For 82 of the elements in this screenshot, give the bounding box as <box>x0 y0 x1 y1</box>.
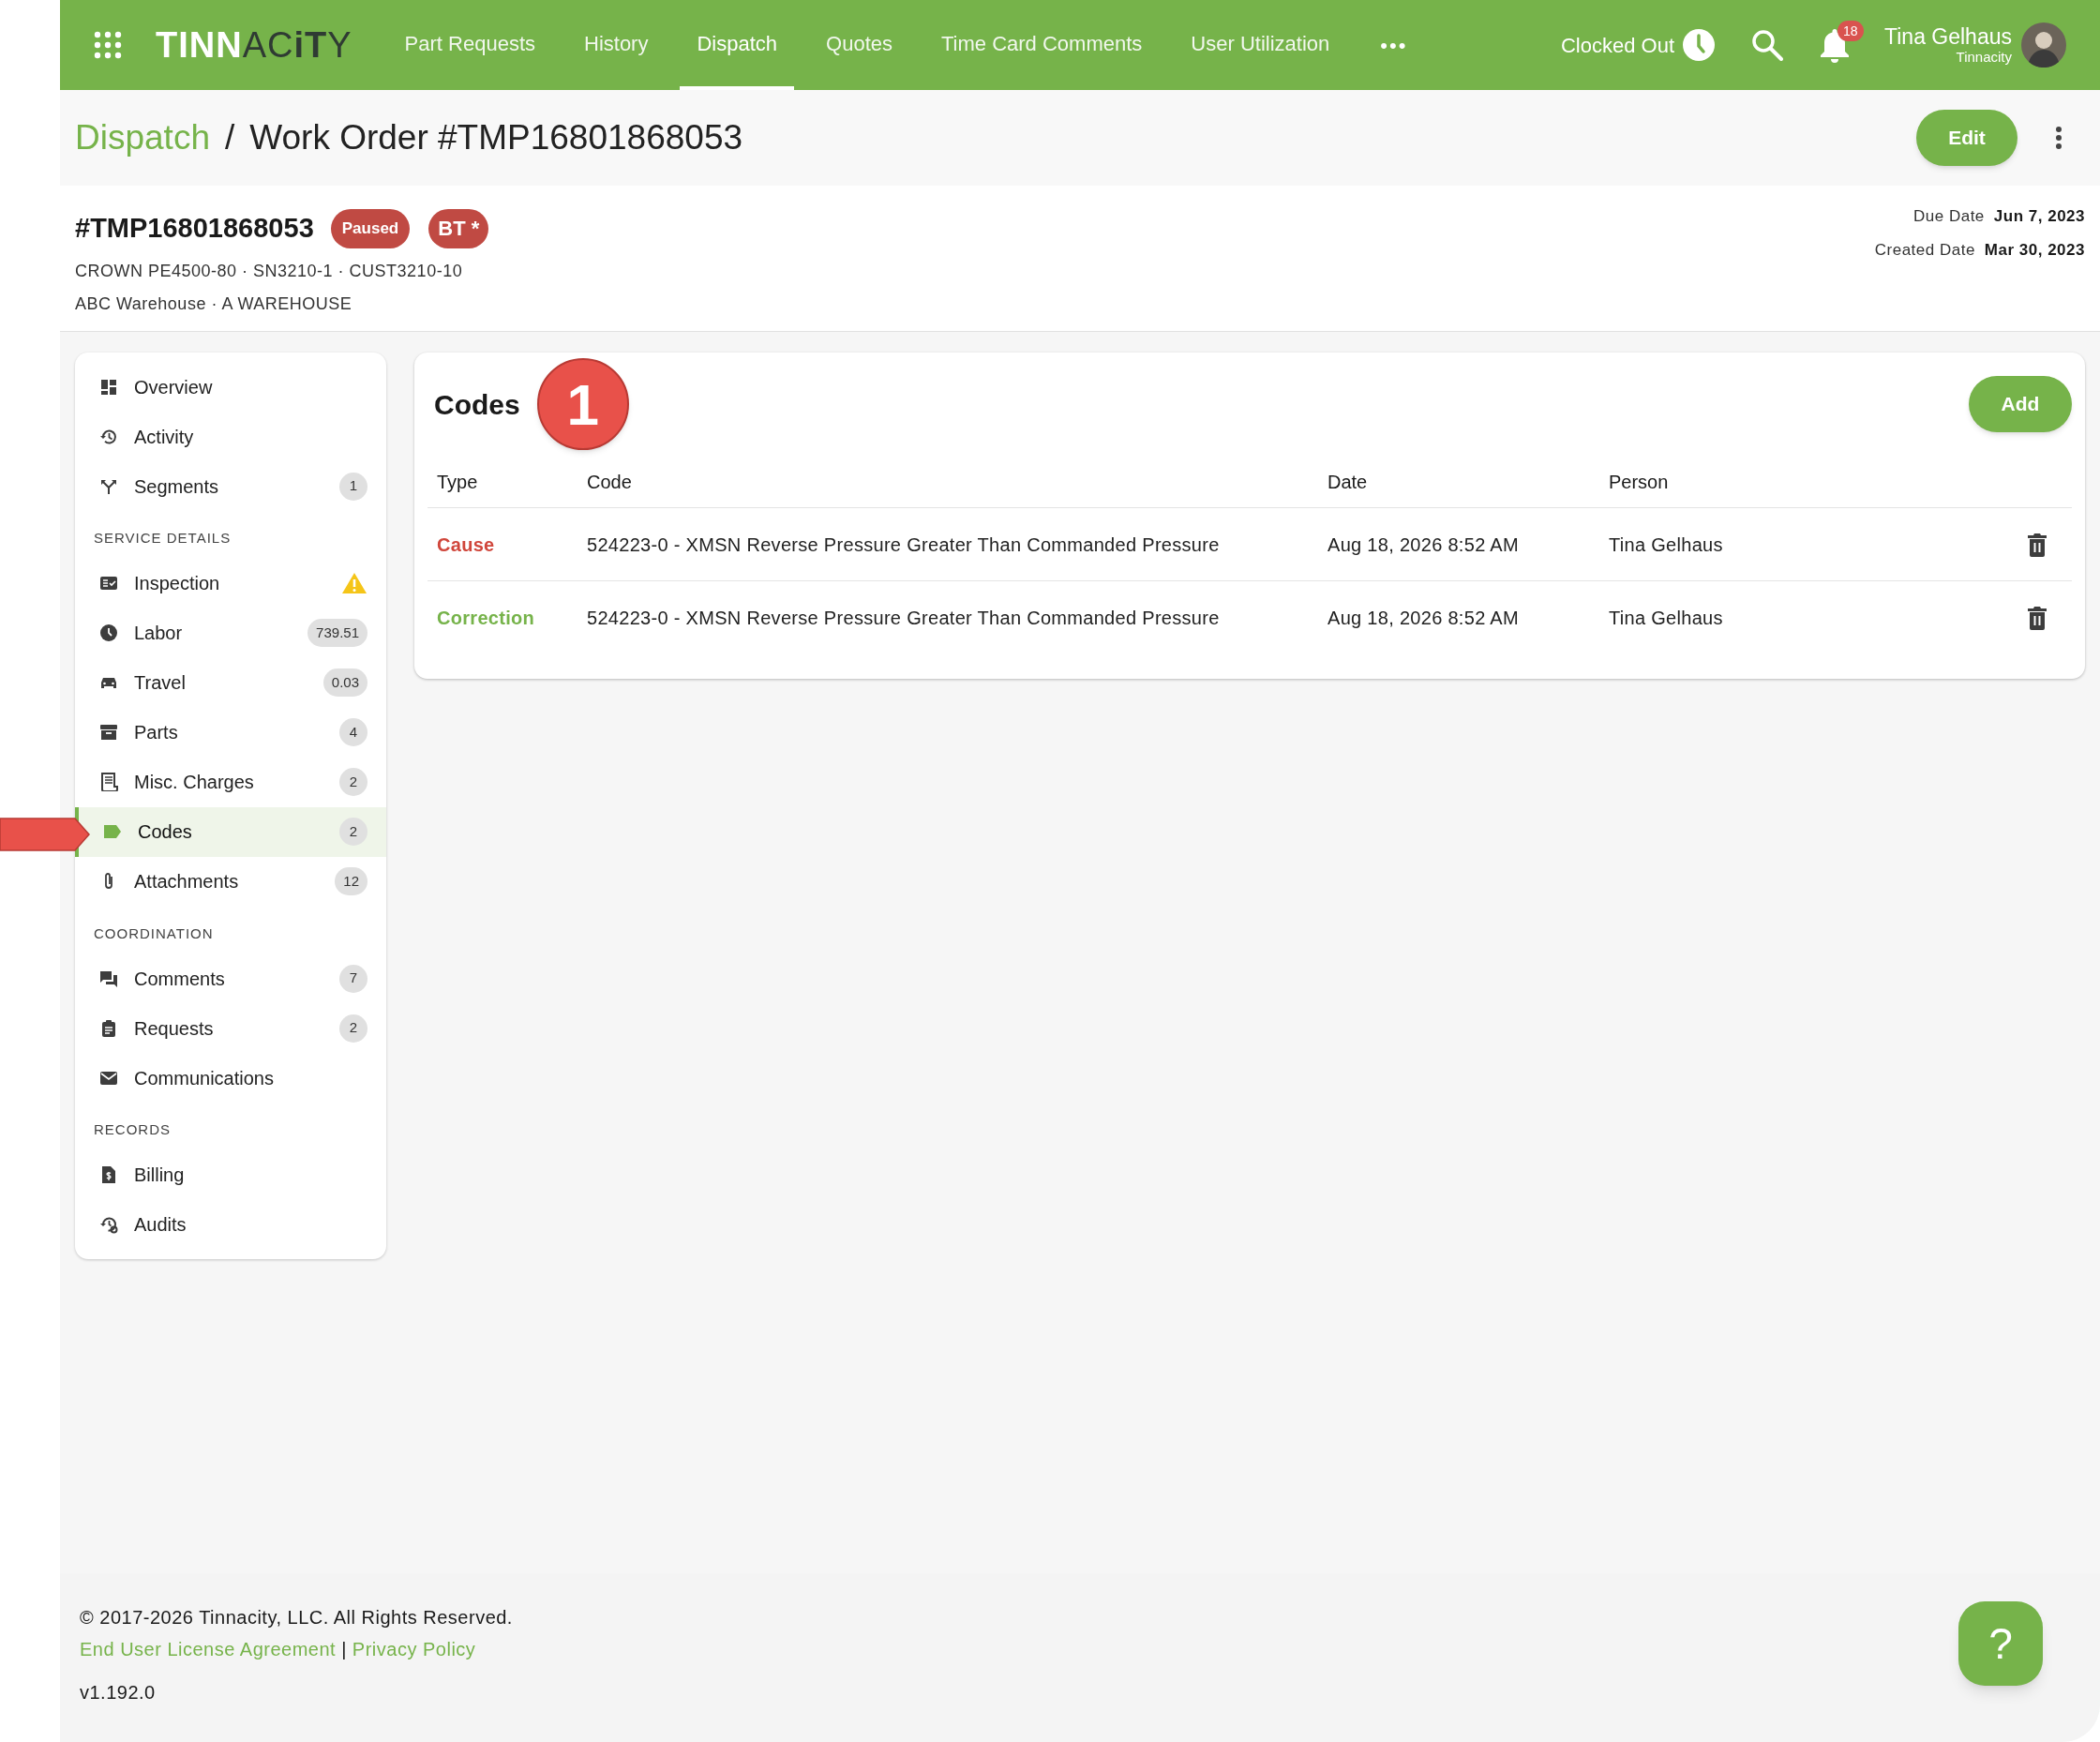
sidebar-item[interactable]: Overview <box>75 362 386 412</box>
count-badge: 4 <box>339 718 368 746</box>
dashboard-icon <box>99 377 118 397</box>
table-cell-text: Aug 18, 2026 8:52 AM <box>1328 607 1520 630</box>
date-value: Mar 30, 2023 <box>1984 239 2085 261</box>
sidebar-item[interactable]: Comments 7 <box>75 954 386 1003</box>
trash-icon[interactable] <box>2027 606 2048 630</box>
history-gear-icon <box>99 1215 118 1234</box>
code-type: Cause <box>437 533 496 557</box>
logo[interactable]: TINNACiTY <box>156 27 352 63</box>
user-organization: Tinnacity <box>1956 49 2012 66</box>
count-badge: 0.03 <box>322 668 368 697</box>
edit-button[interactable]: Edit <box>1916 110 2018 166</box>
history-icon <box>99 427 118 446</box>
section-heading: COORDINATION <box>93 924 215 943</box>
sidebar-item[interactable]: Communications <box>75 1053 386 1103</box>
tag-icon <box>103 822 122 841</box>
avatar[interactable] <box>2021 23 2066 68</box>
count-badge: 2 <box>339 1014 368 1043</box>
warning-icon <box>341 572 368 594</box>
count-badge: 12 <box>335 867 368 895</box>
version-text: v1.192.0 <box>80 1681 157 1704</box>
count-badge: 739.51 <box>308 619 368 647</box>
card-title: Codes <box>434 387 520 422</box>
sidebar-item[interactable]: Misc. Charges 2 <box>75 757 386 807</box>
sidebar-item[interactable]: Labor 739.51 <box>75 608 386 658</box>
table-cell-text: 524223-0 - XMSN Reverse Pressure Greater Than Commanded Pressure <box>587 607 1221 630</box>
more-options-icon[interactable] <box>2055 126 2062 150</box>
clipboard-icon <box>99 1018 118 1038</box>
count-badge: 1 <box>339 472 368 501</box>
date-value: Jun 7, 2023 <box>1993 206 2085 227</box>
chat-icon <box>99 969 118 988</box>
sidebar-item[interactable]: Attachments 12 <box>75 856 386 907</box>
receipt-icon <box>99 773 118 791</box>
invoice-icon <box>99 1165 118 1184</box>
column-header: Code <box>587 470 633 494</box>
table-cell-text: Tina Gelhaus <box>1609 533 1724 557</box>
sidebar-item[interactable]: Inspection <box>75 558 386 608</box>
sidebar-item[interactable]: Parts 4 <box>75 707 386 758</box>
sidebar-item[interactable]: Travel 0.03 <box>75 657 386 708</box>
link-separator: | <box>341 1638 347 1661</box>
sidebar-item[interactable]: Segments 1 <box>75 461 386 511</box>
help-button[interactable]: ? <box>1958 1601 2043 1686</box>
more-menu[interactable]: ••• <box>1380 29 1408 61</box>
clock-status[interactable]: Clocked Out <box>1561 29 1675 61</box>
date-label: Due Date <box>1913 206 1985 227</box>
equipment-details: CROWN PE4500-80 · SN3210-1 · CUST3210-10 <box>75 260 464 282</box>
add-button[interactable]: Add <box>1969 376 2072 432</box>
count-badge: 2 <box>339 768 368 796</box>
sidebar-item[interactable]: Audits <box>75 1199 386 1250</box>
breadcrumb-link[interactable]: Dispatch <box>75 112 210 164</box>
count-badge: 7 <box>339 964 368 993</box>
work-order-number: #TMP16801868053 <box>75 212 314 245</box>
table-cell-text: Tina Gelhaus <box>1609 607 1724 630</box>
footer-link[interactable]: Privacy Policy <box>352 1635 476 1663</box>
location-details: ABC Warehouse · A WAREHOUSE <box>75 293 353 315</box>
table-cell-text: 524223-0 - XMSN Reverse Pressure Greater Than Commanded Pressure <box>587 533 1221 557</box>
sidebar-item[interactable]: Codes 2 <box>75 806 386 857</box>
status-badge: BT * <box>428 208 489 248</box>
column-header: Person <box>1609 470 1670 494</box>
column-header: Type <box>437 470 479 494</box>
date-label: Created Date <box>1874 239 1975 261</box>
table-cell-text: Aug 18, 2026 8:52 AM <box>1328 533 1520 557</box>
breadcrumb-separator: / <box>224 117 235 159</box>
section-heading: RECORDS <box>93 1120 172 1139</box>
clock-icon <box>99 623 118 642</box>
archive-box-icon <box>99 723 118 742</box>
sidebar-item[interactable]: Billing <box>75 1149 386 1200</box>
status-badge: Paused <box>330 208 411 248</box>
page-title: Work Order #TMP16801868053 <box>249 117 743 159</box>
sidebar-item[interactable]: Activity <box>75 412 386 461</box>
column-header: Date <box>1328 470 1369 494</box>
step-number-marker: 1 <box>536 358 629 450</box>
copyright-text: © 2017-2026 Tinnacity, LLC. All Rights Reserved. <box>80 1606 513 1629</box>
notification-count: 18 <box>1838 21 1864 41</box>
count-badge: 2 <box>339 818 368 846</box>
user-name[interactable]: Tina Gelhaus <box>1884 24 2012 49</box>
trash-icon[interactable] <box>2027 532 2048 557</box>
section-heading: SERVICE DETAILS <box>93 529 232 548</box>
code-type: Correction <box>437 607 536 630</box>
sidebar-item[interactable]: Requests 2 <box>75 1003 386 1053</box>
checklist-icon <box>99 574 118 593</box>
